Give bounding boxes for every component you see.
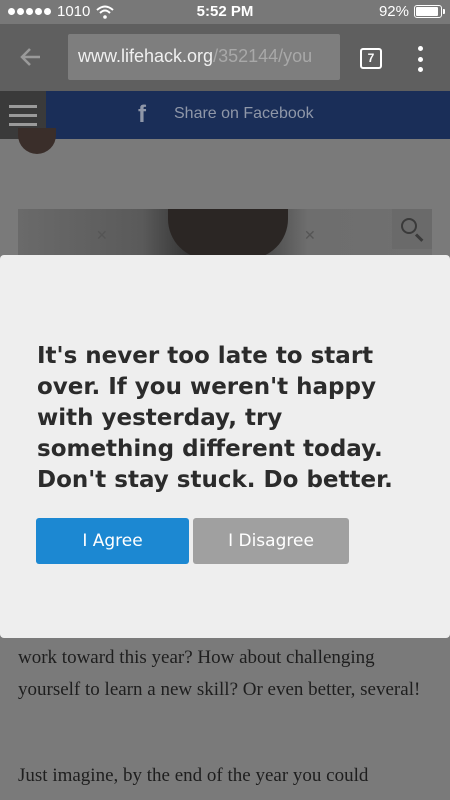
tab-count: 7 xyxy=(367,51,375,65)
search-button[interactable] xyxy=(392,209,432,249)
agree-button[interactable]: I Agree xyxy=(36,518,189,564)
hero-person xyxy=(168,209,288,259)
more-vertical-icon[interactable] xyxy=(412,46,428,72)
tabs-button[interactable]: 7 xyxy=(360,48,382,69)
battery-icon xyxy=(414,5,445,18)
facebook-icon: f xyxy=(138,101,146,128)
url-path: /352144/you xyxy=(213,46,313,66)
share-bar[interactable]: f Share on Facebook xyxy=(0,91,450,139)
arrow-left-icon xyxy=(20,48,40,66)
modal-message: It's never too late to start over. If yo… xyxy=(37,343,393,493)
url-field[interactable]: www.lifehack.org/352144/you xyxy=(68,34,340,80)
url-domain: www.lifehack.org xyxy=(78,46,214,66)
status-bar: 1010 5:52 PM 92% xyxy=(0,0,450,24)
article-paragraph: work toward this year? How about challen… xyxy=(18,647,421,700)
search-icon xyxy=(401,218,417,234)
share-facebook-label[interactable]: Share on Facebook xyxy=(174,105,314,123)
status-right: 92% xyxy=(378,3,445,20)
author-avatar xyxy=(18,128,56,154)
hero-image: ✕ ✕ xyxy=(18,209,432,259)
quote-modal: It's never too late to start over. If yo… xyxy=(0,255,450,638)
decor-icon: ✕ xyxy=(96,227,108,243)
decor-icon: ✕ xyxy=(304,227,316,243)
disagree-button[interactable]: I Disagree xyxy=(193,518,349,564)
article-paragraph: Just imagine, by the end of the year you… xyxy=(18,765,369,786)
browser-toolbar: www.lifehack.org/352144/you 7 xyxy=(0,24,450,91)
back-button[interactable] xyxy=(18,44,48,74)
battery-percent: 92% xyxy=(378,3,409,20)
